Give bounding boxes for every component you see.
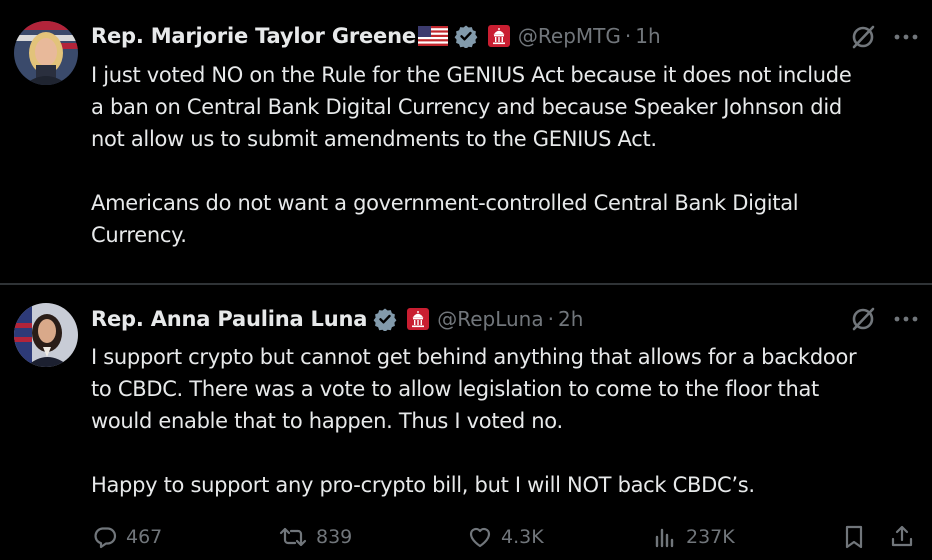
separator: ·	[624, 24, 632, 48]
text-line: Happy to support any pro-crypto bill, bu…	[91, 473, 755, 497]
timestamp[interactable]: 1h	[635, 24, 660, 48]
post-rep-luna[interactable]: Rep. Anna Paulina Luna @RepLuna · 2h I s…	[0, 285, 932, 560]
avatar[interactable]	[14, 303, 78, 367]
more-icon[interactable]	[893, 304, 919, 334]
post-rep-mtg[interactable]: Rep. Marjorie Taylor Greene @RepMTG · 1h…	[0, 0, 932, 283]
handle[interactable]: @RepMTG	[518, 24, 621, 48]
repost-count: 839	[316, 526, 353, 548]
bookmark-icon	[842, 524, 866, 550]
handle[interactable]: @RepLuna	[437, 307, 543, 331]
text-line: Currency.	[91, 223, 187, 247]
text-line: would enable that to happen. Thus I vote…	[91, 409, 563, 433]
views-icon	[652, 524, 678, 550]
handle-and-time: @RepLuna · 2h	[437, 307, 583, 331]
text-line: not allow us to submit amendments to the…	[91, 127, 657, 151]
text-line: I support crypto but cannot get behind a…	[91, 345, 857, 369]
post-header: Rep. Marjorie Taylor Greene @RepMTG · 1h	[91, 19, 661, 53]
verified-badge-icon[interactable]	[454, 24, 478, 48]
like-count: 4.3K	[501, 526, 544, 548]
avatar[interactable]	[14, 21, 78, 85]
post-text: I just voted NO on the Rule for the GENI…	[91, 59, 921, 251]
share-button[interactable]	[889, 517, 915, 557]
text-line: I just voted NO on the Rule for the GENI…	[91, 63, 852, 87]
repost-button[interactable]: 839	[278, 517, 352, 557]
like-button[interactable]: 4.3K	[467, 517, 544, 557]
more-icon[interactable]	[893, 22, 919, 52]
bookmark-button[interactable]	[842, 517, 866, 557]
text-line: to CBDC. There was a vote to allow legis…	[91, 377, 819, 401]
grok-icon[interactable]	[848, 22, 878, 52]
like-icon	[467, 524, 493, 550]
reply-icon	[92, 524, 118, 550]
text-line: Americans do not want a government-contr…	[91, 191, 799, 215]
separator: ·	[547, 307, 554, 331]
text-line: a ban on Central Bank Digital Currency a…	[91, 95, 842, 119]
reply-count: 467	[126, 526, 163, 548]
post-header: Rep. Anna Paulina Luna @RepLuna · 2h	[91, 302, 583, 336]
repost-icon	[278, 524, 308, 550]
share-icon	[889, 524, 915, 550]
capitol-badge-icon[interactable]	[487, 25, 510, 47]
grok-icon[interactable]	[848, 304, 878, 334]
action-bar: 467 839 4.3K 237K	[0, 517, 932, 557]
handle-and-time: @RepMTG · 1h	[518, 24, 661, 48]
post-text: I support crypto but cannot get behind a…	[91, 341, 921, 501]
us-flag-icon	[417, 26, 448, 46]
views-button[interactable]: 237K	[652, 517, 735, 557]
verified-badge-icon[interactable]	[373, 307, 397, 331]
views-count: 237K	[686, 526, 735, 548]
display-name[interactable]: Rep. Anna Paulina Luna	[91, 307, 367, 331]
reply-button[interactable]: 467	[92, 517, 162, 557]
timestamp[interactable]: 2h	[558, 307, 583, 331]
capitol-badge-icon[interactable]	[407, 308, 430, 330]
display-name[interactable]: Rep. Marjorie Taylor Greene	[91, 24, 416, 48]
